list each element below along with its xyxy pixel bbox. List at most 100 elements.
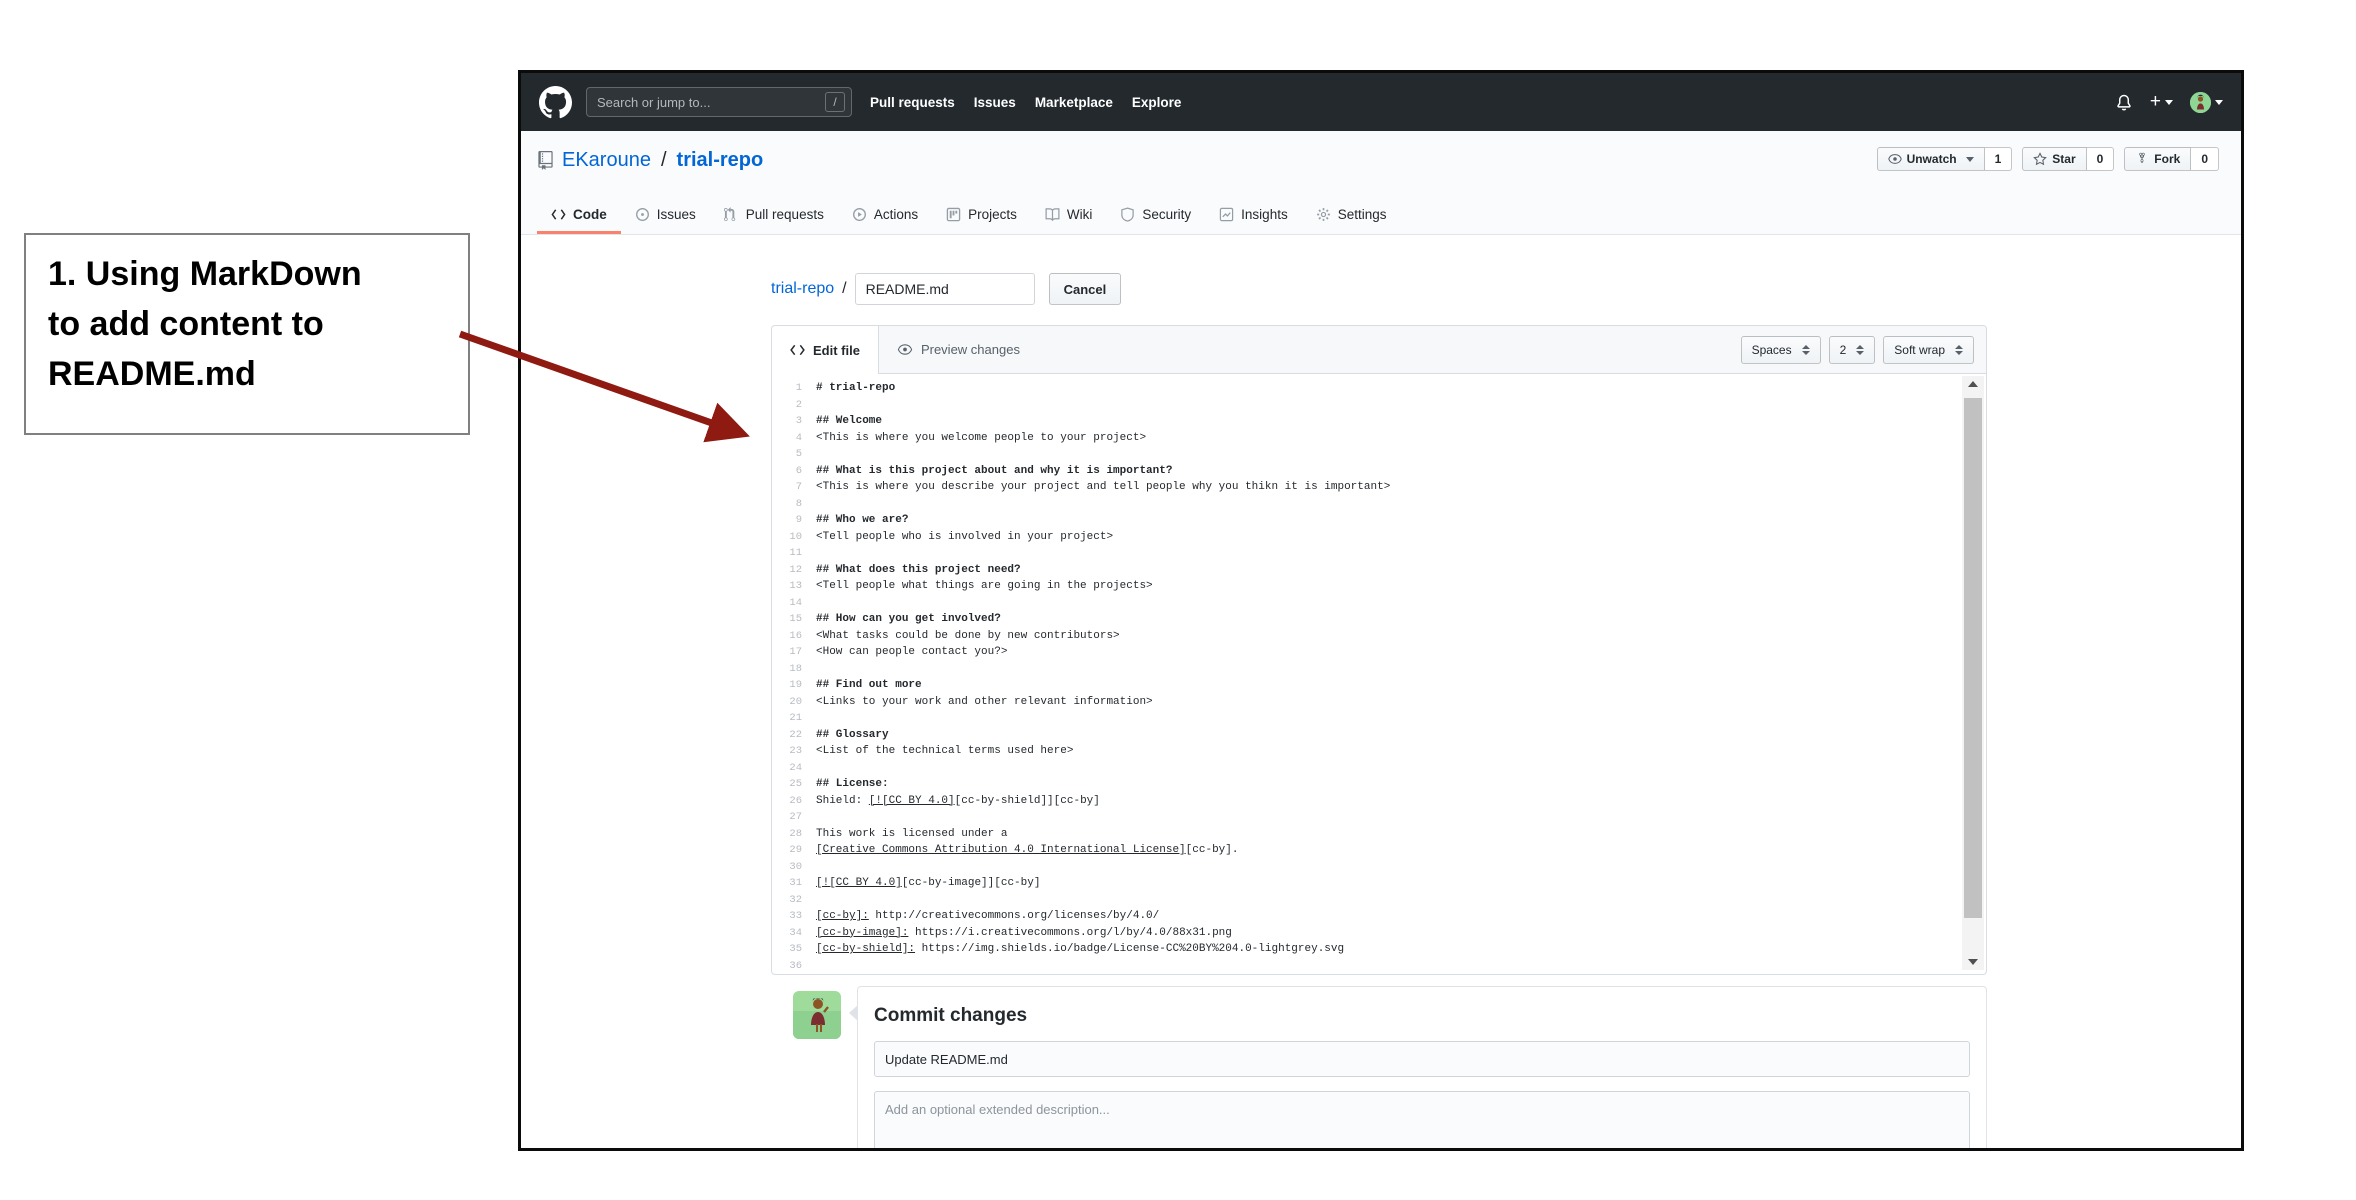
line-number: 31	[772, 875, 816, 892]
bell-icon[interactable]	[2115, 93, 2133, 111]
tab-preview-changes[interactable]: Preview changes	[879, 326, 1038, 373]
fork-icon	[2135, 152, 2149, 166]
repo-header: EKaroune / trial-repo Unwatch1Star0Fork0…	[521, 131, 2241, 235]
code-line: 1# trial-repo	[772, 380, 1986, 397]
line-content: ## Welcome	[816, 413, 882, 430]
code-line: 15## How can you get involved?	[772, 611, 1986, 628]
code-line: 31[![CC BY 4.0][cc-by-image]][cc-by]	[772, 875, 1986, 892]
line-content: Shield: [![CC BY 4.0][cc-by-shield]][cc-…	[816, 793, 1100, 810]
line-number: 11	[772, 545, 816, 562]
line-content: ## What is this project about and why it…	[816, 463, 1172, 480]
line-content: # trial-repo	[816, 380, 895, 397]
repo-book-icon	[537, 151, 554, 170]
line-content: <Tell people who is involved in your pro…	[816, 529, 1113, 546]
search-input[interactable]: Search or jump to... /	[586, 87, 852, 117]
eye-icon	[1888, 152, 1902, 166]
code-line: 32	[772, 892, 1986, 909]
nav-link-issues[interactable]: Issues	[974, 95, 1016, 110]
unwatch-button[interactable]: Unwatch	[1877, 147, 1985, 171]
code-line: 8	[772, 496, 1986, 513]
line-content	[816, 710, 823, 727]
line-content: ## Find out more	[816, 677, 922, 694]
scrollbar-thumb[interactable]	[1964, 398, 1982, 918]
breadcrumb-repo-link[interactable]: trial-repo	[771, 280, 834, 298]
nav-link-pull-requests[interactable]: Pull requests	[870, 95, 955, 110]
issue-icon	[635, 207, 650, 222]
star-count[interactable]: 0	[2087, 147, 2115, 171]
line-content: [cc-by-image]: https://i.creativecommons…	[816, 925, 1232, 942]
star-button[interactable]: Star	[2022, 147, 2086, 171]
user-menu[interactable]	[2190, 92, 2223, 113]
scroll-down-arrow[interactable]	[1962, 954, 1984, 970]
line-number: 30	[772, 859, 816, 876]
code-line: 27	[772, 809, 1986, 826]
repo-tab-settings[interactable]: Settings	[1302, 197, 1401, 234]
editor-header: Edit file Preview changes Spaces 2Soft wr…	[772, 326, 1986, 374]
code-icon	[790, 344, 805, 356]
line-content	[816, 595, 823, 612]
repo-tab-code[interactable]: Code	[537, 197, 621, 234]
slash-key-hint: /	[825, 92, 845, 112]
line-content	[816, 496, 823, 513]
code-line: 13<Tell people what things are going in …	[772, 578, 1986, 595]
line-content: <How can people contact you?>	[816, 644, 1007, 661]
cancel-button[interactable]: Cancel	[1049, 273, 1122, 305]
code-line: 22## Glossary	[772, 727, 1986, 744]
line-number: 18	[772, 661, 816, 678]
repo-tab-actions[interactable]: Actions	[838, 197, 932, 234]
repo-tab-insights[interactable]: Insights	[1205, 197, 1302, 234]
editor-controls: Spaces 2Soft wrap	[1741, 326, 1986, 373]
fork-count[interactable]: 0	[2191, 147, 2219, 171]
repo-tab-security[interactable]: Security	[1106, 197, 1205, 234]
repo-tab-projects[interactable]: Projects	[932, 197, 1031, 234]
star-icon	[2033, 152, 2047, 166]
code-line: 23<List of the technical terms used here…	[772, 743, 1986, 760]
code-line: 33[cc-by]: http://creativecommons.org/li…	[772, 908, 1986, 925]
line-content	[816, 545, 823, 562]
create-new-menu[interactable]: +	[2150, 91, 2173, 113]
editor-select-spaces[interactable]: Spaces	[1741, 336, 1821, 364]
line-content: This work is licensed under a	[816, 826, 1007, 843]
tab-edit-file[interactable]: Edit file	[772, 326, 879, 374]
editor-scrollbar[interactable]	[1962, 376, 1984, 970]
line-number: 36	[772, 958, 816, 975]
code-line: 29[Creative Commons Attribution 4.0 Inte…	[772, 842, 1986, 859]
commit-message-input[interactable]	[874, 1041, 1970, 1077]
line-number: 32	[772, 892, 816, 909]
editor-select-2[interactable]: 2	[1829, 336, 1876, 364]
code-line: 34[cc-by-image]: https://i.creativecommo…	[772, 925, 1986, 942]
repo-tab-wiki[interactable]: Wiki	[1031, 197, 1107, 234]
line-number: 13	[772, 578, 816, 595]
scroll-up-arrow[interactable]	[1962, 376, 1984, 392]
line-content	[816, 809, 823, 826]
line-content	[816, 892, 823, 909]
github-logo-icon[interactable]	[539, 86, 572, 119]
repo-tab-issues[interactable]: Issues	[621, 197, 710, 234]
editor-select-soft-wrap[interactable]: Soft wrap	[1883, 336, 1974, 364]
code-line: 12## What does this project need?	[772, 562, 1986, 579]
line-content	[816, 661, 823, 678]
graph-icon	[1219, 207, 1234, 222]
code-line: 21	[772, 710, 1986, 727]
line-content: <List of the technical terms used here>	[816, 743, 1073, 760]
line-content: <This is where you describe your project…	[816, 479, 1390, 496]
unwatch-count[interactable]: 1	[1985, 147, 2013, 171]
search-placeholder: Search or jump to...	[597, 95, 825, 110]
repo-owner-link[interactable]: EKaroune	[562, 149, 651, 172]
commit-description-textarea[interactable]	[874, 1091, 1970, 1151]
filename-input[interactable]	[855, 273, 1035, 305]
code-editor-area[interactable]: 1# trial-repo2 3## Welcome4<This is wher…	[772, 374, 1986, 975]
line-content: ## License:	[816, 776, 889, 793]
line-number: 14	[772, 595, 816, 612]
play-icon	[852, 207, 867, 222]
unwatch-button-group: Unwatch1	[1877, 147, 2013, 171]
repo-tab-pull-requests[interactable]: Pull requests	[710, 197, 838, 234]
nav-link-marketplace[interactable]: Marketplace	[1035, 95, 1113, 110]
code-line: 4<This is where you welcome people to yo…	[772, 430, 1986, 447]
nav-link-explore[interactable]: Explore	[1132, 95, 1182, 110]
repo-name-link[interactable]: trial-repo	[677, 149, 764, 172]
code-line: 28This work is licensed under a	[772, 826, 1986, 843]
caret-down-icon	[2215, 100, 2223, 105]
fork-button[interactable]: Fork	[2124, 147, 2191, 171]
line-content	[816, 446, 823, 463]
